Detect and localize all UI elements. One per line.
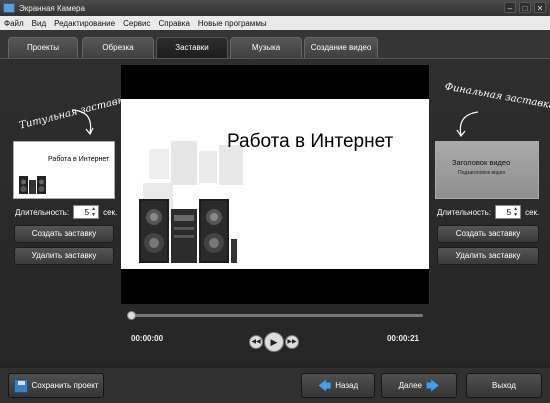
tab-projects[interactable]: Проекты [8, 37, 78, 58]
delete-outro-button[interactable]: Удалить заставку [437, 247, 539, 265]
menu-new-programs[interactable]: Новые программы [198, 19, 267, 28]
spinner-arrows-icon[interactable]: ▲ ▼ [513, 206, 518, 218]
save-project-label: Сохранить проект [31, 381, 99, 390]
thumbnail-heading: Заголовок видео [452, 158, 511, 167]
seek-bar[interactable] [127, 311, 423, 320]
back-button[interactable]: 🡄 Назад [301, 373, 375, 398]
seek-knob[interactable] [127, 311, 136, 320]
playback-controls: 00:00:00 00:00:21 ◀◀ ▶ ▶▶ [121, 306, 429, 356]
final-duration-row: Длительность: 5 ▲ ▼ сек. [437, 205, 539, 219]
minimize-button[interactable]: – [504, 2, 516, 13]
app-camera-icon [3, 3, 15, 13]
duration-unit: сек. [525, 207, 540, 217]
final-outro-heading: Финальная заставка [443, 81, 550, 112]
rewind-icon: ◀◀ [251, 339, 261, 345]
arrow-left-icon: 🡄 [317, 378, 332, 393]
speakers-thumbnail-icon [19, 176, 46, 194]
title-intro-thumbnail[interactable]: Работа в Интернет [13, 141, 115, 199]
thumbnail-subheading: Подзаголовок видео [458, 170, 506, 176]
play-icon: ▶ [270, 337, 278, 347]
menu-view[interactable]: Вид [32, 19, 46, 28]
curved-arrow-icon [456, 111, 479, 138]
exit-button[interactable]: Выход [466, 373, 542, 398]
duration-value: 5 [84, 207, 90, 217]
create-outro-button[interactable]: Создать заставку [437, 225, 539, 243]
tab-bar: Проекты Обрезка Заставки Музыка Создание… [0, 30, 550, 58]
bottom-bar: Сохранить проект 🡄 Назад Далее 🡆 Выход [0, 367, 550, 403]
menu-edit[interactable]: Редактирование [54, 19, 115, 28]
close-button[interactable]: ✕ [534, 2, 546, 13]
tab-create-video[interactable]: Создание видео [304, 37, 378, 58]
fast-forward-button[interactable]: ▶▶ [285, 335, 299, 349]
menu-help[interactable]: Справка [159, 19, 190, 28]
play-button[interactable]: ▶ [264, 332, 284, 352]
duration-value: 5 [506, 207, 512, 217]
floppy-disk-icon [13, 378, 28, 393]
duration-spinner[interactable]: 5 ▲ ▼ [495, 205, 522, 219]
maximize-button[interactable]: □ [519, 2, 531, 13]
menu-bar: Файл Вид Редактирование Сервис Справка Н… [0, 16, 550, 30]
preview-title-text: Работа в Интернет [227, 131, 394, 152]
curved-arrow-icon [71, 109, 94, 136]
speakers-graphic-icon [139, 141, 243, 263]
duration-label: Длительность: [437, 207, 492, 217]
title-intro-panel: Титульная заставка Работа в Интернет Дли… [10, 65, 130, 323]
time-current: 00:00:00 [131, 334, 164, 343]
delete-intro-button[interactable]: Удалить заставку [14, 247, 114, 265]
time-total: 00:00:21 [386, 334, 419, 343]
menu-file[interactable]: Файл [4, 19, 24, 28]
thumbnail-text: Работа в Интернет [48, 156, 110, 163]
menu-service[interactable]: Сервис [123, 19, 150, 28]
duration-spinner[interactable]: 5 ▲ ▼ [73, 205, 100, 219]
final-outro-panel: Финальная заставка Заголовок видео Подза… [432, 65, 550, 323]
duration-unit: сек. [103, 207, 118, 217]
title-bar: Экранная Камера – □ ✕ [0, 0, 550, 16]
fast-forward-icon: ▶▶ [287, 339, 297, 345]
duration-label: Длительность: [15, 207, 70, 217]
video-preview: Работа в Интернет [121, 65, 429, 304]
tab-intros[interactable]: Заставки [156, 37, 228, 58]
spinner-arrows-icon[interactable]: ▲ ▼ [91, 206, 96, 218]
back-label: Назад [335, 381, 359, 390]
arrow-right-icon: 🡆 [426, 378, 440, 393]
exit-label: Выход [492, 381, 516, 390]
window-controls: – □ ✕ [504, 2, 546, 13]
preview-frame: Работа в Интернет [121, 99, 429, 269]
create-intro-button[interactable]: Создать заставку [14, 225, 114, 243]
save-project-button[interactable]: Сохранить проект [8, 373, 104, 398]
tab-trim[interactable]: Обрезка [82, 37, 154, 58]
window-title: Экранная Камера [19, 3, 85, 13]
final-outro-thumbnail[interactable]: Заголовок видео Подзаголовок видео [435, 141, 539, 199]
next-button[interactable]: Далее 🡆 [381, 373, 457, 398]
title-duration-row: Длительность: 5 ▲ ▼ сек. [15, 205, 117, 219]
next-label: Далее [398, 381, 422, 390]
tab-music[interactable]: Музыка [230, 37, 302, 58]
rewind-button[interactable]: ◀◀ [249, 335, 263, 349]
